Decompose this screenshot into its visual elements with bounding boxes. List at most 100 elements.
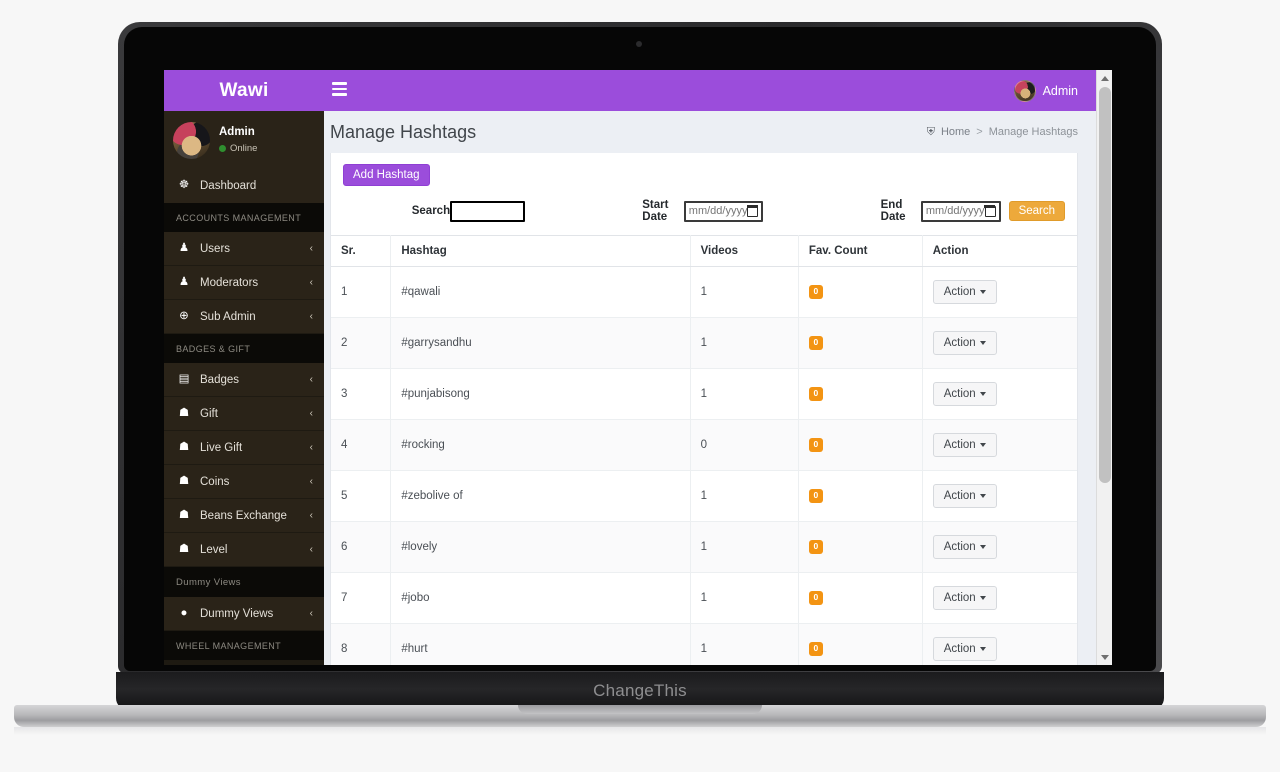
action-dropdown-button[interactable]: Action [932,535,997,559]
action-button-label: Action [943,286,976,298]
webcam-icon [636,41,642,47]
cell-hashtag: #garrysandhu [390,317,691,369]
sidebar-item-beans-exchange[interactable]: ☗ Beans Exchange ‹ [164,499,324,533]
online-dot-icon [219,145,226,153]
users-group-icon: ♟ [178,275,190,288]
chevron-left-icon: ‹ [309,442,313,453]
action-dropdown-button[interactable]: Action [932,280,997,304]
table-row: 6 #lovely 1 0 Action [331,521,1077,573]
end-date-input[interactable]: mm/dd/yyyy [920,200,1001,222]
table-body: 1 #qawali 1 0 Action 2 #garrysandhu 1 0 Action 3 #p… [331,266,1077,665]
calendar-icon[interactable] [746,204,759,217]
circle-icon: ● [180,606,188,619]
cell-sr: 5 [331,470,392,522]
app-brand[interactable]: Wawi [164,70,324,111]
table-column-header: Hashtag [390,235,691,267]
scroll-up-arrow-icon[interactable] [1097,70,1112,86]
scroll-down-arrow-icon[interactable] [1097,649,1112,665]
sidebar-item-users[interactable]: ♟ Users ‹ [164,232,324,266]
search-input[interactable] [450,200,526,222]
table-header-row: Sr. Hashtag Videos Fav. Count Action [331,235,1077,267]
filter-bar: Search Start Date mm/dd/yyyy End Date mm… [331,190,1077,235]
navbar-user-menu[interactable]: Admin [1006,70,1086,111]
cell-fav-count: 0 [798,470,923,522]
sidebar-profile[interactable]: Admin Online [164,111,324,169]
sidebar-item-coins[interactable]: ☗ Coins ‹ [164,465,324,499]
chevron-left-icon: ‹ [309,544,313,555]
action-dropdown-button[interactable]: Action [932,382,997,406]
sidebar-item-dashboard[interactable]: ☸ Dashboard [164,169,324,203]
chevron-down-icon [979,442,986,447]
fav-count-badge: 0 [808,591,823,605]
cell-hashtag: #jobo [390,572,691,624]
sidebar-section-heading: ACCOUNTS MANAGEMENT [164,203,324,232]
user-icon: ♟ [178,241,190,254]
start-date-input[interactable]: mm/dd/yyyy [683,200,764,222]
end-date-value: mm/dd/yyyy [925,205,985,217]
content-area: Manage Hashtags ⛨ Home > Manage Hashtags… [324,111,1096,665]
navbar-user-name: Admin [1042,83,1078,98]
sidebar-profile-status-label: Online [230,142,258,154]
scrollbar-thumb[interactable] [1099,87,1111,483]
cell-videos: 1 [690,521,799,573]
cell-hashtag: #zebolive of [390,470,691,522]
cell-sr: 8 [331,623,392,665]
table-row: 4 #rocking 0 0 Action [331,419,1077,471]
search-button[interactable]: Search [1008,201,1065,221]
sidebar-item-label: Moderators [200,276,259,289]
action-dropdown-button[interactable]: Action [932,484,997,508]
action-button-label: Action [943,388,976,400]
cell-fav-count: 0 [798,266,923,318]
chevron-left-icon: ‹ [309,408,313,419]
sidebar-profile-name: Admin [219,126,255,139]
calendar-icon[interactable] [983,204,996,217]
sidebar-item-label: Level [200,543,228,556]
cell-action: Action [922,623,1077,665]
cell-action: Action [922,317,1077,369]
table-row: 5 #zebolive of 1 0 Action [331,470,1077,522]
sidebar-profile-status: Online [219,143,257,155]
cell-fav-count: 0 [798,521,923,573]
action-dropdown-button[interactable]: Action [932,331,997,355]
sidebar-item-level[interactable]: ☗ Level ‹ [164,533,324,567]
breadcrumb-home[interactable]: Home [941,126,970,138]
avatar [1013,79,1036,102]
vertical-scrollbar[interactable] [1096,70,1112,665]
globe-icon: ⊕ [179,309,189,322]
sidebar-item-live-gift[interactable]: ☗ Live Gift ‹ [164,431,324,465]
sidebar-item-label: Beans Exchange [200,509,287,522]
sidebar-item-gift[interactable]: ☗ Gift ‹ [164,397,324,431]
gift-icon: ☗ [178,474,190,487]
table-row: 1 #qawali 1 0 Action [331,266,1077,318]
chevron-left-icon: ‹ [309,608,313,619]
cell-videos: 0 [690,419,799,471]
chevron-left-icon: ‹ [309,374,313,385]
fav-count-badge: 0 [808,540,823,554]
panel-toolbar: Add Hashtag [331,153,1077,190]
sidebar-item-label: Dummy Views [200,607,274,620]
sidebar-item-badges[interactable]: ▤ Badges ‹ [164,363,324,397]
cell-fav-count: 0 [798,317,923,369]
search-label: Search [411,205,451,217]
sidebar-item-dummy-views[interactable]: ● Dummy Views ‹ [164,597,324,631]
fav-count-badge: 0 [808,642,823,656]
sidebar-item-sub-admin[interactable]: ⊕ Sub Admin ‹ [164,300,324,334]
chevron-down-icon [979,595,986,600]
table-row: 2 #garrysandhu 1 0 Action [331,317,1077,369]
gift-icon: ☗ [178,440,190,453]
sidebar-nav: ☸ Dashboard ACCOUNTS MANAGEMENT ♟ Users ‹ ♟ Mod… [164,169,324,660]
sidebar-item-label: Sub Admin [200,310,256,323]
action-button-label: Action [943,541,976,553]
sidebar-item-label: Badges [200,373,240,386]
sidebar-item-moderators[interactable]: ♟ Moderators ‹ [164,266,324,300]
action-dropdown-button[interactable]: Action [932,433,997,457]
action-dropdown-button[interactable]: Action [932,637,997,661]
table-row: 8 #hurt 1 0 Action [331,623,1077,665]
start-date-label: Start Date [642,199,669,223]
hamburger-icon[interactable] [332,82,349,98]
add-hashtag-button[interactable]: Add Hashtag [343,164,430,186]
sidebar-item-label: Users [200,242,231,255]
action-dropdown-button[interactable]: Action [932,586,997,610]
chevron-left-icon: ‹ [309,243,313,254]
sidebar-item-label: Coins [200,475,230,488]
